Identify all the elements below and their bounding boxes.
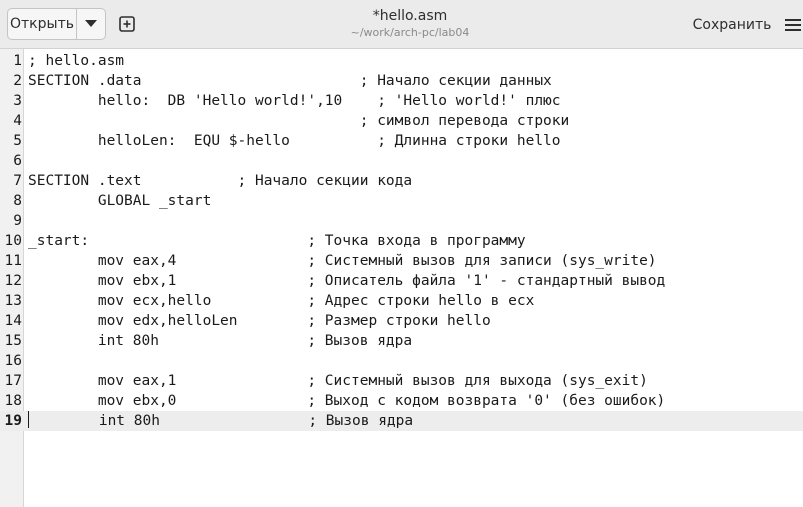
code-line[interactable]: 17 mov eax,1 ; Системный вызов для выход… [0,371,803,391]
line-number: 14 [4,313,22,329]
line-text[interactable]: helloLen: EQU $-hello ; Длинна строки he… [28,131,561,151]
line-text[interactable]: mov ecx,hello ; Адрес строки hello в ecx [28,291,535,311]
code-line[interactable]: 18 mov ebx,0 ; Выход с кодом возврата '0… [0,391,803,411]
code-line[interactable]: 6 [0,151,803,171]
chevron-down-icon [85,20,97,27]
main-menu-button[interactable] [785,14,803,36]
document-path: ~/work/arch-pc/lab04 [350,26,470,39]
new-tab-button[interactable] [116,13,138,35]
line-number: 5 [13,133,22,149]
line-text[interactable]: SECTION .data ; Начало секции данных [28,71,552,91]
window-title-area: *hello.asm ~/work/arch-pc/lab04 [250,8,570,41]
code-line[interactable]: 4 ; символ перевода строки [0,111,803,131]
code-editor[interactable]: 1 ; hello.asm 2 SECTION .data ; Начало секц… [0,49,803,507]
line-number: 9 [13,213,22,229]
line-number: 6 [13,153,22,169]
code-line[interactable]: 10 _start: ; Точка входа в программу [0,231,803,251]
line-number: 4 [13,113,22,129]
line-text[interactable]: mov ebx,0 ; Выход с кодом возврата '0' (… [28,391,665,411]
line-text[interactable]: mov eax,4 ; Системный вызов для записи (… [28,251,657,271]
code-line[interactable]: 3 hello: DB 'Hello world!',10 ; 'Hello w… [0,91,803,111]
line-number: 16 [4,353,22,369]
code-line[interactable]: 5 helloLen: EQU $-hello ; Длинна строки … [0,131,803,151]
open-button[interactable]: Открыть [8,9,77,39]
line-number: 11 [4,253,22,269]
code-line[interactable]: 12 mov ebx,1 ; Описатель файла '1' - ста… [0,271,803,291]
code-line[interactable]: 14 mov edx,helloLen ; Размер строки hell… [0,311,803,331]
line-number: 18 [4,393,22,409]
code-line[interactable]: 2 SECTION .data ; Начало секции данных [0,71,803,91]
document-title: *hello.asm [372,8,448,24]
line-text[interactable]: mov eax,1 ; Системный вызов для выхода (… [28,371,648,391]
hamburger-menu-icon [785,19,801,31]
line-text[interactable]: hello: DB 'Hello world!',10 ; 'Hello wor… [28,91,561,111]
code-line[interactable]: 9 [0,211,803,231]
line-number: 19 [4,413,22,429]
text-editor-window: Открыть *hello.asm ~/work/arch-pc/lab04 … [0,0,803,507]
line-text[interactable]: mov ebx,1 ; Описатель файла '1' - станда… [28,271,665,291]
line-number: 8 [13,193,22,209]
line-number: 7 [13,173,22,189]
line-text[interactable]: int 80h ; Вызов ядра [28,411,413,431]
code-lines[interactable]: 1 ; hello.asm 2 SECTION .data ; Начало секц… [0,51,803,431]
new-tab-plus-icon [119,16,135,32]
code-line[interactable]: 15 int 80h ; Вызов ядра [0,331,803,351]
line-number: 13 [4,293,22,309]
code-line[interactable]: 13 mov ecx,hello ; Адрес строки hello в … [0,291,803,311]
line-text[interactable]: mov edx,helloLen ; Размер строки hello [28,311,491,331]
line-text[interactable]: SECTION .text ; Начало секции кода [28,171,412,191]
line-number: 1 [13,53,22,69]
code-line[interactable]: 11 mov eax,4 ; Системный вызов для запис… [0,251,803,271]
line-text[interactable]: ; символ перевода строки [28,111,570,131]
line-text[interactable]: ; hello.asm [28,51,124,71]
line-number: 3 [13,93,22,109]
line-number: 15 [4,333,22,349]
line-number: 10 [4,233,22,249]
line-number: 12 [4,273,22,289]
code-line[interactable]: 16 [0,351,803,371]
line-number: 17 [4,373,22,389]
code-line[interactable]: 7 SECTION .text ; Начало секции кода [0,171,803,191]
line-number: 2 [13,73,22,89]
open-button-group: Открыть [7,8,106,40]
current-code-line[interactable]: 19 int 80h ; Вызов ядра [0,411,803,431]
code-line[interactable]: 1 ; hello.asm [0,51,803,71]
open-dropdown-button[interactable] [77,9,105,39]
text-cursor [28,411,29,428]
code-line[interactable]: 8 GLOBAL _start [0,191,803,211]
line-text[interactable]: _start: ; Точка входа в программу [28,231,526,251]
header-bar: Открыть *hello.asm ~/work/arch-pc/lab04 … [0,0,803,49]
line-text[interactable]: int 80h ; Вызов ядра [28,331,412,351]
line-text[interactable]: GLOBAL _start [28,191,212,211]
save-button[interactable]: Сохранить [688,10,776,40]
